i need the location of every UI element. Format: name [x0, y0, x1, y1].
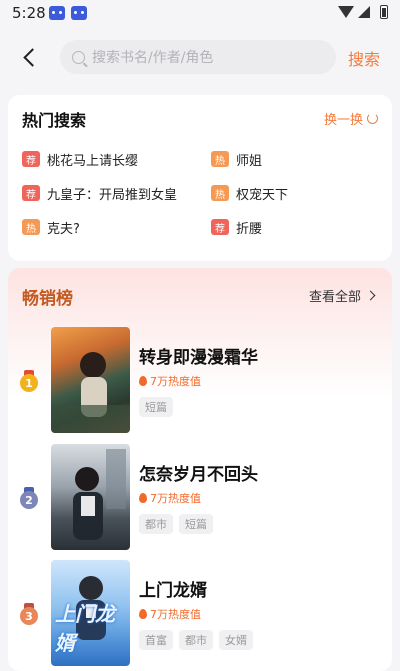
book-item[interactable]: 1 转身即漫漫霜华 7万热度值 短篇	[8, 327, 392, 433]
book-heat: 7万热度值	[139, 373, 201, 389]
hot-search-label: 桃花马上请长缨	[47, 153, 139, 169]
book-cover[interactable]: 上门龙婿	[51, 560, 130, 666]
hot-search-label: 克夫?	[47, 221, 80, 237]
heat-value: 7万热度值	[150, 492, 201, 505]
book-item[interactable]: 2 怎奈岁月不回头 7万热度值 都市 短篇	[8, 444, 392, 550]
search-button[interactable]: 搜索	[348, 46, 380, 70]
genre-tag[interactable]: 都市	[179, 630, 213, 650]
bestseller-card: 畅销榜 查看全部 1 转身即漫漫霜华 7万热度值 短篇 2 怎奈岁月不回头 7万…	[8, 268, 392, 671]
hot-search-item[interactable]: 荐 桃花马上请长缨	[22, 149, 138, 169]
book-cover-art	[51, 352, 130, 433]
book-heat: 7万热度值	[139, 606, 201, 622]
hot-tag: 热	[22, 219, 40, 235]
search-input[interactable]: 搜索书名/作者/角色	[60, 40, 336, 74]
refresh-button[interactable]: 换一换	[324, 109, 378, 128]
rank-medal-bronze-icon: 3	[20, 603, 38, 625]
hot-search-label: 折腰	[236, 221, 263, 237]
heat-value: 7万热度值	[150, 608, 201, 621]
book-item[interactable]: 3 上门龙婿 上门龙婿 7万热度值 首富 都市 女婿	[8, 560, 392, 666]
genre-tag[interactable]: 短篇	[179, 514, 213, 534]
signal-icon	[358, 6, 370, 18]
gamepad-icon	[71, 6, 87, 20]
book-cover[interactable]	[51, 327, 130, 433]
book-heat: 7万热度值	[139, 490, 201, 506]
status-time: 5:28	[12, 4, 46, 22]
refresh-icon	[367, 113, 378, 124]
book-cover-art	[73, 449, 126, 540]
heat-value: 7万热度值	[150, 375, 201, 388]
rank-number: 3	[20, 607, 38, 625]
rank-medal-gold-icon: 1	[20, 370, 38, 392]
search-placeholder: 搜索书名/作者/角色	[92, 50, 214, 66]
gamepad-icon	[49, 6, 65, 20]
hot-search-card: 热门搜索 换一换 荐 桃花马上请长缨 热 师姐 荐 九皇子：开局推到女皇 热 权…	[8, 95, 392, 261]
status-bar: 5:28	[0, 0, 400, 28]
rank-medal-silver-icon: 2	[20, 487, 38, 509]
book-tags: 短篇	[139, 397, 179, 417]
search-icon	[72, 50, 85, 64]
genre-tag[interactable]: 短篇	[139, 397, 173, 417]
genre-tag[interactable]: 首富	[139, 630, 173, 650]
recommend-tag: 荐	[211, 219, 229, 235]
bestseller-title: 畅销榜	[22, 289, 73, 309]
rank-number: 1	[20, 374, 38, 392]
genre-tag[interactable]: 都市	[139, 514, 173, 534]
view-all-label: 查看全部	[308, 290, 361, 305]
hot-search-title: 热门搜索	[22, 111, 87, 130]
hot-search-label: 权宠天下	[236, 187, 289, 203]
rank-number: 2	[20, 491, 38, 509]
wifi-icon	[338, 6, 354, 18]
refresh-label: 换一换	[323, 113, 363, 128]
hot-search-item[interactable]: 热 权宠天下	[211, 183, 288, 203]
fire-icon	[139, 609, 147, 619]
book-tags: 首富 都市 女婿	[139, 630, 259, 650]
search-header: 搜索书名/作者/角色 搜索	[0, 36, 400, 80]
back-arrow-icon[interactable]	[18, 45, 44, 71]
recommend-tag: 荐	[22, 185, 40, 201]
hot-search-item[interactable]: 荐 九皇子：开局推到女皇	[22, 183, 177, 203]
genre-tag[interactable]: 女婿	[219, 630, 253, 650]
book-title: 转身即漫漫霜华	[139, 348, 258, 368]
battery-icon	[380, 5, 388, 19]
hot-search-item[interactable]: 荐 折腰	[211, 217, 262, 237]
hot-search-label: 九皇子：开局推到女皇	[47, 187, 178, 203]
fire-icon	[139, 376, 147, 386]
book-title: 上门龙婿	[139, 581, 207, 601]
fire-icon	[139, 493, 147, 503]
hot-tag: 热	[211, 185, 229, 201]
book-tags: 都市 短篇	[139, 514, 219, 534]
book-title: 怎奈岁月不回头	[139, 465, 258, 485]
book-cover[interactable]	[51, 444, 130, 550]
cover-title-text: 上门龙婿	[55, 602, 115, 655]
recommend-tag: 荐	[22, 151, 40, 167]
hot-search-item[interactable]: 热 师姐	[211, 149, 262, 169]
view-all-button[interactable]: 查看全部	[308, 286, 376, 305]
hot-search-label: 师姐	[236, 153, 263, 169]
hot-search-item[interactable]: 热 克夫?	[22, 217, 80, 237]
chevron-right-icon	[365, 290, 376, 301]
hot-tag: 热	[211, 151, 229, 167]
